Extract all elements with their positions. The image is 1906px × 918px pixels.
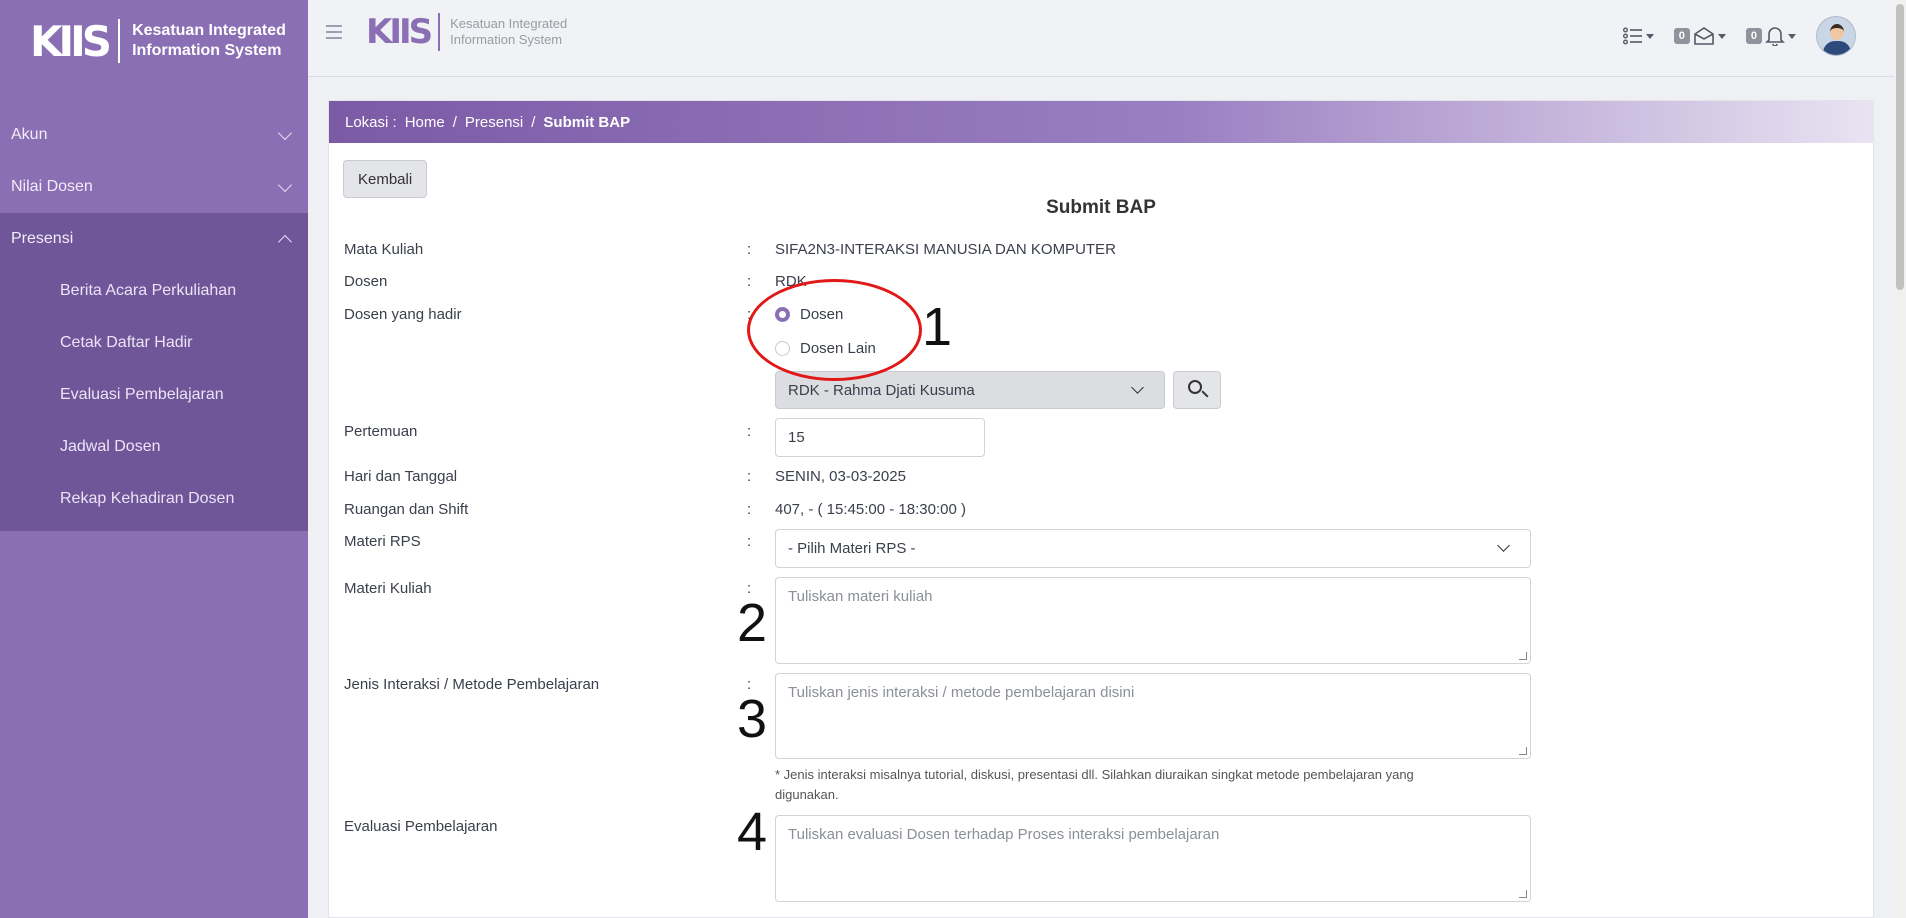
mata-kuliah-label: Mata Kuliah bbox=[344, 241, 424, 258]
presensi-submenu: Berita Acara Perkuliahan Cetak Daftar Ha… bbox=[0, 265, 308, 531]
topbar: KIIS Kesatuan Integrated Information Sys… bbox=[308, 0, 1906, 77]
logo-mark: KIIS bbox=[30, 16, 112, 66]
logo-divider bbox=[118, 19, 121, 63]
materi-kuliah-placeholder: Tuliskan materi kuliah bbox=[788, 588, 933, 605]
annotation-number-1: 1 bbox=[922, 297, 953, 357]
annotation-number-4: 4 bbox=[737, 802, 768, 862]
sidebar-item-akun[interactable]: Akun bbox=[0, 109, 308, 161]
colon: : bbox=[747, 501, 752, 518]
notifications-button[interactable]: 0 bbox=[1745, 26, 1796, 46]
submenu-item-berita-acara[interactable]: Berita Acara Perkuliahan bbox=[0, 265, 308, 317]
annotation-number-2: 2 bbox=[737, 593, 768, 653]
ruangan-shift-label: Ruangan dan Shift bbox=[344, 501, 469, 518]
resize-grip-icon[interactable] bbox=[1519, 747, 1527, 755]
logo-line-1: Kesatuan Integrated bbox=[450, 16, 568, 31]
dosen-hadir-label: Dosen yang hadir bbox=[344, 306, 462, 323]
scrollbar[interactable] bbox=[1894, 0, 1906, 918]
brand-text: Kesatuan Integrated Information System bbox=[132, 21, 286, 61]
submenu-item-evaluasi-pembelajaran[interactable]: Evaluasi Pembelajaran bbox=[0, 369, 308, 421]
mata-kuliah-value: SIFA2N3-INTERAKSI MANUSIA DAN KOMPUTER bbox=[775, 241, 1116, 258]
resize-grip-icon[interactable] bbox=[1519, 652, 1527, 660]
materi-rps-label: Materi RPS bbox=[344, 533, 421, 550]
evaluasi-label: Evaluasi Pembelajaran bbox=[344, 818, 498, 835]
messages-button[interactable]: 0 bbox=[1673, 27, 1726, 45]
main-card: Lokasi : Home / Presensi / Submit BAP Ke… bbox=[328, 100, 1874, 918]
sidebar-nav: Akun Nilai Dosen Presensi Berita Acara P… bbox=[0, 109, 308, 531]
search-dosen-button[interactable] bbox=[1173, 371, 1221, 409]
envelope-icon bbox=[1694, 27, 1714, 45]
hari-tanggal-label: Hari dan Tanggal bbox=[344, 468, 458, 485]
chevron-down-icon bbox=[1131, 381, 1144, 394]
list-icon bbox=[1622, 27, 1642, 45]
colon: : bbox=[747, 533, 752, 550]
chevron-down-icon bbox=[1497, 539, 1510, 552]
dosen-select-value: RDK - Rahma Djati Kusuma bbox=[788, 381, 975, 399]
colon: : bbox=[747, 423, 752, 440]
topbar-logo-text: Kesatuan Integrated Information System bbox=[450, 16, 567, 48]
materi-kuliah-label: Materi Kuliah bbox=[344, 580, 432, 597]
ruangan-shift-value: 407, - ( 15:45:00 - 18:30:00 ) bbox=[775, 501, 966, 518]
breadcrumb-home[interactable]: Home bbox=[405, 114, 445, 131]
chevron-down-icon bbox=[277, 177, 293, 192]
caret-down-icon bbox=[1788, 33, 1796, 39]
annotation-number-3: 3 bbox=[737, 689, 768, 749]
caret-down-icon bbox=[1645, 33, 1654, 39]
chevron-up-icon bbox=[277, 234, 293, 249]
colon: : bbox=[747, 273, 752, 290]
breadcrumb-prefix: Lokasi : bbox=[345, 113, 397, 131]
brand-line-1: Kesatuan Integrated bbox=[132, 22, 286, 39]
breadcrumb-presensi[interactable]: Presensi bbox=[465, 114, 523, 131]
hari-tanggal-value: SENIN, 03-03-2025 bbox=[775, 468, 906, 485]
logo-mark: KIIS bbox=[366, 12, 433, 52]
scrollbar-thumb[interactable] bbox=[1896, 4, 1904, 290]
evaluasi-placeholder: Tuliskan evaluasi Dosen terhadap Proses … bbox=[788, 826, 1220, 843]
breadcrumb-current: Submit BAP bbox=[543, 113, 631, 131]
annotation-ring bbox=[747, 279, 922, 381]
chevron-down-icon bbox=[277, 125, 293, 140]
topbar-actions: 0 0 bbox=[1622, 16, 1856, 56]
interaksi-textarea[interactable]: Tuliskan jenis interaksi / metode pembel… bbox=[775, 673, 1531, 759]
caret-down-icon bbox=[1717, 33, 1726, 39]
materi-rps-select[interactable]: - Pilih Materi RPS - bbox=[775, 529, 1531, 568]
resize-grip-icon[interactable] bbox=[1519, 890, 1527, 898]
submenu-item-cetak-daftar-hadir[interactable]: Cetak Daftar Hadir bbox=[0, 317, 308, 369]
bell-icon bbox=[1765, 27, 1785, 46]
submenu-item-jadwal-dosen[interactable]: Jadwal Dosen bbox=[0, 421, 308, 473]
interaksi-placeholder: Tuliskan jenis interaksi / metode pembel… bbox=[788, 684, 1135, 701]
breadcrumb: Lokasi : Home / Presensi / Submit BAP bbox=[329, 101, 1873, 143]
sidebar-item-label: Nilai Dosen bbox=[11, 178, 93, 195]
materi-kuliah-textarea[interactable]: Tuliskan materi kuliah bbox=[775, 577, 1531, 664]
notifications-count-badge: 0 bbox=[1745, 28, 1762, 44]
sidebar-item-label: Akun bbox=[11, 126, 48, 143]
messages-count-badge: 0 bbox=[1673, 28, 1690, 44]
back-button[interactable]: Kembali bbox=[343, 160, 428, 198]
logo-line-2: Information System bbox=[450, 32, 563, 47]
sidebar-item-label: Presensi bbox=[11, 230, 74, 247]
evaluasi-textarea[interactable]: Tuliskan evaluasi Dosen terhadap Proses … bbox=[775, 815, 1531, 902]
submenu-item-rekap-kehadiran[interactable]: Rekap Kehadiran Dosen bbox=[0, 473, 308, 525]
sidebar-item-nilai-dosen[interactable]: Nilai Dosen bbox=[0, 161, 308, 213]
materi-rps-value: - Pilih Materi RPS - bbox=[788, 540, 916, 557]
hamburger-menu-icon[interactable] bbox=[326, 25, 342, 39]
colon: : bbox=[747, 468, 752, 485]
pertemuan-label: Pertemuan bbox=[344, 423, 418, 440]
pertemuan-input[interactable]: 15 bbox=[775, 418, 985, 457]
topbar-logo[interactable]: KIIS Kesatuan Integrated Information Sys… bbox=[366, 12, 567, 52]
interaksi-label: Jenis Interaksi / Metode Pembelajaran bbox=[344, 676, 600, 693]
search-icon bbox=[1188, 380, 1202, 394]
interaksi-hint: * Jenis interaksi misalnya tutorial, dis… bbox=[775, 767, 1414, 802]
brand-logo[interactable]: KIIS Kesatuan Integrated Information Sys… bbox=[0, 0, 308, 82]
list-menu-button[interactable] bbox=[1622, 27, 1654, 45]
logo-divider bbox=[438, 13, 441, 51]
user-avatar[interactable] bbox=[1816, 16, 1856, 56]
colon: : bbox=[747, 241, 752, 258]
sidebar-item-presensi[interactable]: Presensi bbox=[0, 213, 308, 265]
sidebar: KIIS Kesatuan Integrated Information Sys… bbox=[0, 0, 308, 918]
brand-line-2: Information System bbox=[132, 42, 282, 59]
dosen-label: Dosen bbox=[344, 273, 388, 290]
page-title: Submit BAP bbox=[1046, 197, 1156, 218]
